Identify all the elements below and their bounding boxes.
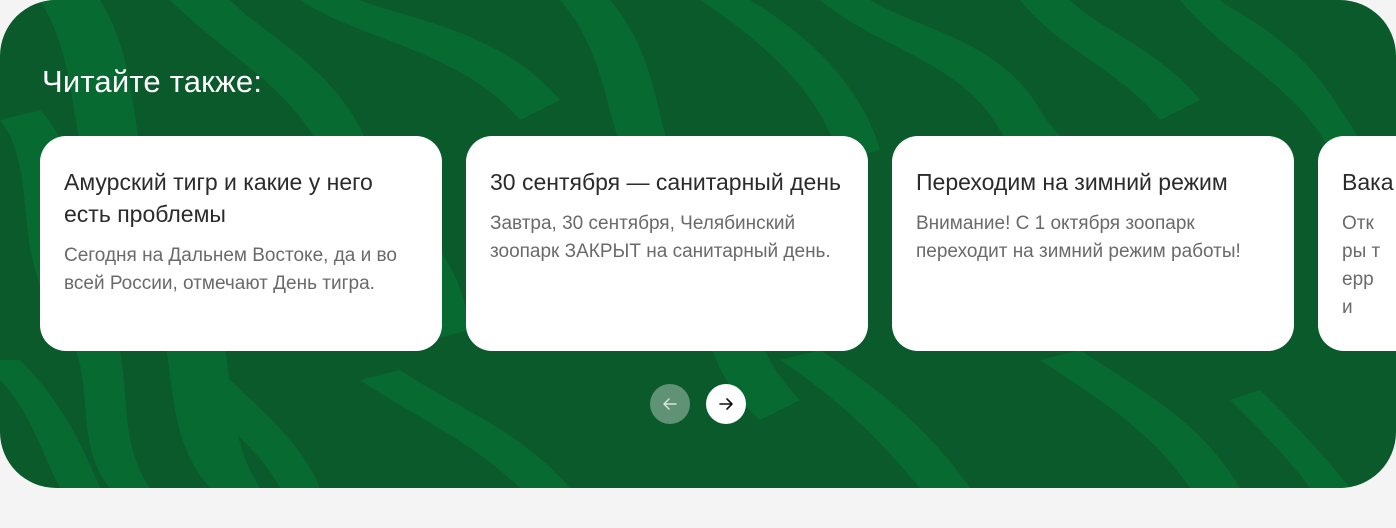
news-card-text: Сегодня на Дальнем Востоке, да и во всей…	[64, 245, 397, 294]
news-card-title[interactable]: Амурский тигр и какие у него есть пробле…	[64, 166, 418, 230]
arrow-left-icon	[663, 398, 677, 410]
news-card[interactable]: Переходим на зимний режим Внимание! С 1 …	[892, 136, 1294, 351]
news-card-title[interactable]: Переходим на зимний режим	[916, 166, 1270, 198]
carousel-next-button[interactable]	[706, 384, 746, 424]
carousel-prev-button[interactable]	[650, 384, 690, 424]
section-title: Читайте также:	[42, 64, 263, 99]
news-card[interactable]: 30 сентября — санитарный день Завтра, 30…	[466, 136, 868, 351]
news-card[interactable]: Амурский тигр и какие у него есть пробле…	[40, 136, 442, 351]
read-also-section: Читайте также: Амурский тигр и какие у н…	[0, 0, 1396, 488]
news-card-text: Завтра, 30 сентября, Челябинский зоопарк…	[490, 213, 831, 262]
news-card-text: Откры терри	[1342, 213, 1381, 318]
news-card[interactable]: Вака Откры терри	[1318, 136, 1396, 351]
news-card-title[interactable]: 30 сентября — санитарный день	[490, 166, 844, 198]
arrow-right-icon	[719, 398, 733, 410]
news-card-title[interactable]: Вака	[1342, 166, 1396, 198]
news-card-text: Внимание! С 1 октября зоопарк переходит …	[916, 213, 1241, 262]
